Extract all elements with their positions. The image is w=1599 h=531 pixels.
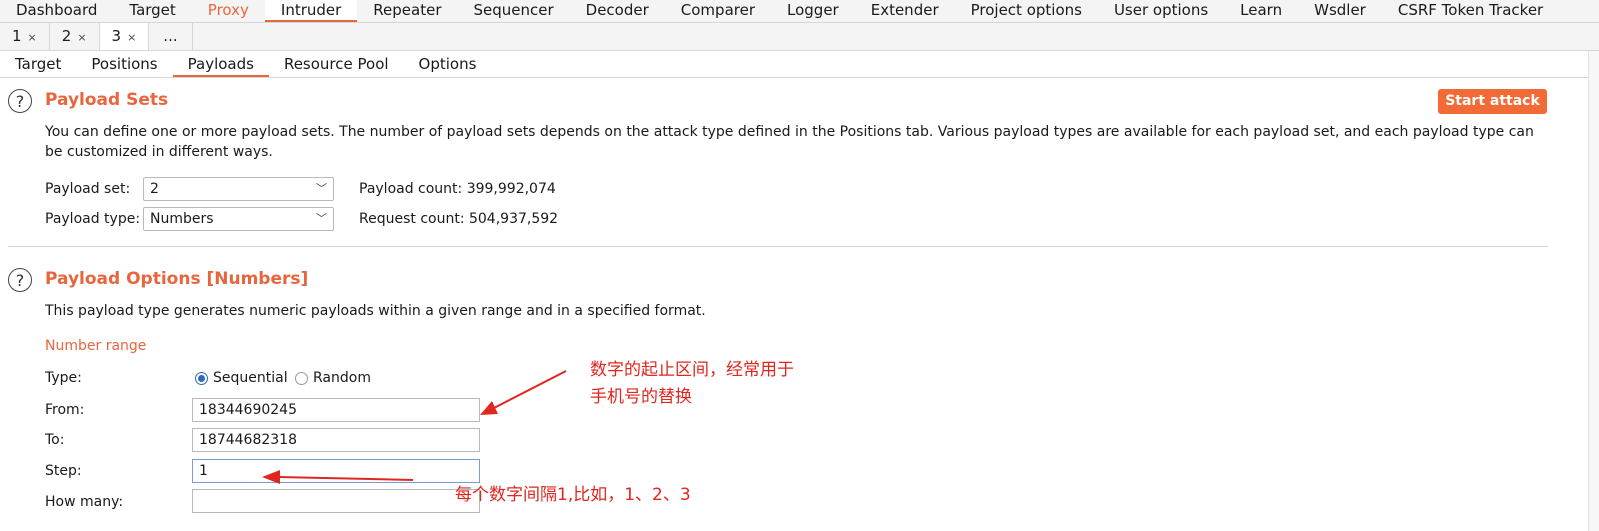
section-divider [8,246,1548,247]
random-radio[interactable] [295,372,308,385]
start-attack-button[interactable]: Start attack [1438,89,1547,114]
annotation-step-note: 每个数字间隔1,比如，1、2、3 [455,485,691,505]
help-icon[interactable]: ? [8,89,32,113]
sequential-radio[interactable] [195,372,208,385]
instance-tab-1[interactable]: 1 × [0,23,50,50]
payload-options-title: Payload Options [Numbers] [45,269,309,289]
tab-learn[interactable]: Learn [1224,0,1298,22]
annotation-range-line1: 数字的起止区间，经常用于 [590,360,794,380]
subtab-options[interactable]: Options [404,51,492,77]
tab-comparer[interactable]: Comparer [665,0,771,22]
random-label: Random [313,370,371,386]
type-label: Type: [45,370,82,386]
payload-type-select[interactable]: Numbers ﹀ [143,207,334,231]
instance-tab-label: 2 [61,27,72,45]
instance-tab-3[interactable]: 3 × [99,23,150,50]
payload-sets-description: You can define one or more payload sets.… [45,124,1534,160]
tab-csrf-token-tracker[interactable]: CSRF Token Tracker [1382,0,1559,22]
how-many-label: How many: [45,494,124,510]
intruder-sub-tabs: Target Positions Payloads Resource Pool … [0,51,1599,78]
instance-tab-label: 3 [111,27,122,45]
tab-user-options[interactable]: User options [1098,0,1224,22]
tab-decoder[interactable]: Decoder [570,0,665,22]
annotation-range-line2: 手机号的替换 [590,387,692,407]
instance-tab-2[interactable]: 2 × [50,23,100,50]
tab-proxy[interactable]: Proxy [192,0,265,22]
from-label: From: [45,402,85,418]
step-input[interactable]: 1 [192,459,480,483]
tab-wsdler[interactable]: Wsdler [1298,0,1382,22]
chevron-down-icon: ﹀ [316,212,327,225]
instance-tab-label: 1 [12,27,22,45]
main-tab-bar: Dashboard Target Proxy Intruder Repeater… [0,0,1599,23]
chevron-down-icon: ﹀ [316,182,327,195]
intruder-instance-tabs: 1 × 2 × 3 × ... [0,23,1599,51]
step-label: Step: [45,463,82,479]
sequential-label: Sequential [213,370,288,386]
tab-extender[interactable]: Extender [855,0,955,22]
tab-target[interactable]: Target [113,0,191,22]
payload-type-value: Numbers [150,211,214,227]
instance-tab-more[interactable]: ... [149,23,193,50]
payload-set-select[interactable]: 2 ﹀ [143,177,334,201]
subtab-resource-pool[interactable]: Resource Pool [269,51,404,77]
arrow-to-from-field [480,370,567,415]
close-icon[interactable]: × [77,31,86,44]
close-icon[interactable]: × [127,31,136,44]
subtab-payloads[interactable]: Payloads [172,51,269,77]
payload-sets-title: Payload Sets [45,90,169,110]
close-icon[interactable]: × [28,31,37,44]
tab-repeater[interactable]: Repeater [357,0,457,22]
tab-dashboard[interactable]: Dashboard [0,0,113,22]
subtab-target[interactable]: Target [0,51,76,77]
subtab-positions[interactable]: Positions [76,51,172,77]
number-range-header: Number range [45,338,147,354]
tab-project-options[interactable]: Project options [955,0,1098,22]
help-icon[interactable]: ? [8,268,32,292]
payload-type-label: Payload type: [45,211,141,227]
tab-logger[interactable]: Logger [771,0,855,22]
scrollbar[interactable] [1588,51,1599,531]
to-label: To: [45,432,65,448]
to-input[interactable]: 18744682318 [192,428,480,452]
tab-sequencer[interactable]: Sequencer [458,0,570,22]
request-count: Request count: 504,937,592 [359,211,559,227]
payload-set-label: Payload set: [45,181,131,197]
payload-count: Payload count: 399,992,074 [359,181,556,197]
instance-tab-label: ... [163,27,178,45]
payload-options-description: This payload type generates numeric payl… [45,303,706,319]
tab-intruder[interactable]: Intruder [264,0,358,22]
how-many-input[interactable] [192,489,480,513]
payload-set-value: 2 [150,181,159,197]
from-input[interactable]: 18344690245 [192,398,480,422]
